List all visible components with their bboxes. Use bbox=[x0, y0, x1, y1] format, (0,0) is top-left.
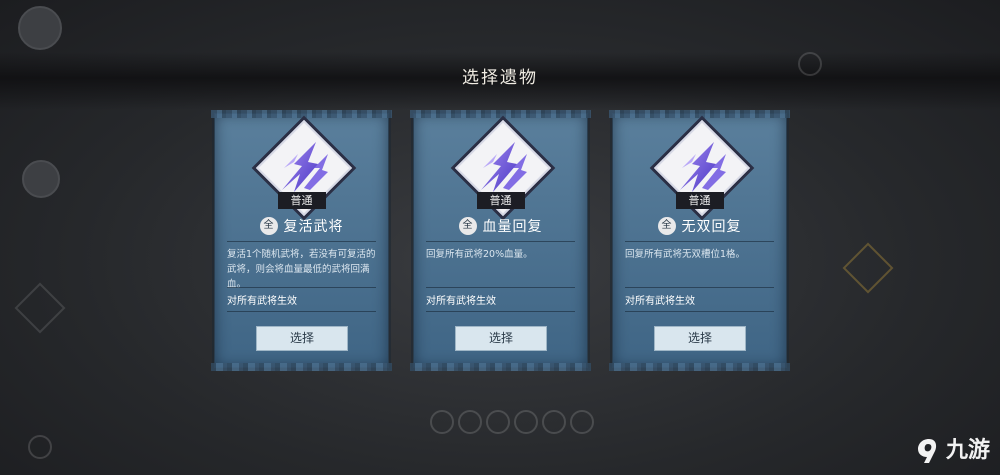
relic-description: 回复所有武将20%血量。 bbox=[426, 249, 533, 260]
divider bbox=[625, 241, 774, 242]
select-button[interactable]: 选择 bbox=[654, 326, 746, 351]
background-slot-icon bbox=[430, 410, 454, 434]
background-slot-icon bbox=[570, 410, 594, 434]
background-avatar bbox=[22, 160, 60, 198]
divider bbox=[227, 287, 376, 288]
divider bbox=[426, 241, 575, 242]
rarity-label: 普通 bbox=[277, 192, 326, 209]
background-slot-icon bbox=[542, 410, 566, 434]
divider bbox=[426, 287, 575, 288]
relic-card-hp-restore[interactable]: 普通 全血量回复 回复所有武将20%血量。 对所有武将生效 选择 bbox=[410, 110, 591, 371]
relic-name: 血量回复 bbox=[482, 218, 543, 235]
watermark-text: 九游 bbox=[945, 438, 990, 463]
background-avatar bbox=[18, 6, 62, 50]
dialog-title: 选择遗物 bbox=[462, 68, 538, 88]
relic-card-musou-restore[interactable]: 普通 全无双回复 回复所有武将无双槽位1格。 对所有武将生效 选择 bbox=[609, 110, 790, 371]
select-button[interactable]: 选择 bbox=[256, 326, 348, 351]
divider bbox=[227, 311, 376, 312]
relic-description: 回复所有武将无双槽位1格。 bbox=[625, 249, 746, 260]
divider bbox=[625, 287, 774, 288]
relic-description: 复活1个随机武将，若没有可复活的武将，则会将血量最低的武将回满血。 bbox=[227, 249, 376, 290]
relic-name: 无双回复 bbox=[681, 218, 742, 235]
watermark-logo: 九游 bbox=[916, 432, 990, 465]
relic-name-row: 全复活武将 bbox=[215, 215, 388, 236]
effect-scope-text: 对所有武将生效 bbox=[426, 296, 496, 307]
divider bbox=[227, 241, 376, 242]
background-slot-icon bbox=[514, 410, 538, 434]
background-slot-icon bbox=[486, 410, 510, 434]
divider bbox=[426, 311, 575, 312]
relic-name: 复活武将 bbox=[283, 218, 344, 235]
relic-name-row: 全血量回复 bbox=[414, 215, 587, 236]
scope-badge: 全 bbox=[458, 216, 477, 235]
scope-badge: 全 bbox=[657, 216, 676, 235]
effect-scope-text: 对所有武将生效 bbox=[625, 296, 695, 307]
nine-game-logo-icon bbox=[917, 439, 937, 463]
scope-badge: 全 bbox=[259, 216, 278, 235]
divider bbox=[625, 311, 774, 312]
rarity-label: 普通 bbox=[675, 192, 724, 209]
relic-name-row: 全无双回复 bbox=[613, 215, 786, 236]
relic-card-revive[interactable]: 普通 全复活武将 复活1个随机武将，若没有可复活的武将，则会将血量最低的武将回满… bbox=[211, 110, 392, 371]
rarity-label: 普通 bbox=[476, 192, 525, 209]
background-slot-icon bbox=[28, 435, 52, 459]
background-slot-icon bbox=[458, 410, 482, 434]
effect-scope-text: 对所有武将生效 bbox=[227, 296, 297, 307]
select-button[interactable]: 选择 bbox=[455, 326, 547, 351]
